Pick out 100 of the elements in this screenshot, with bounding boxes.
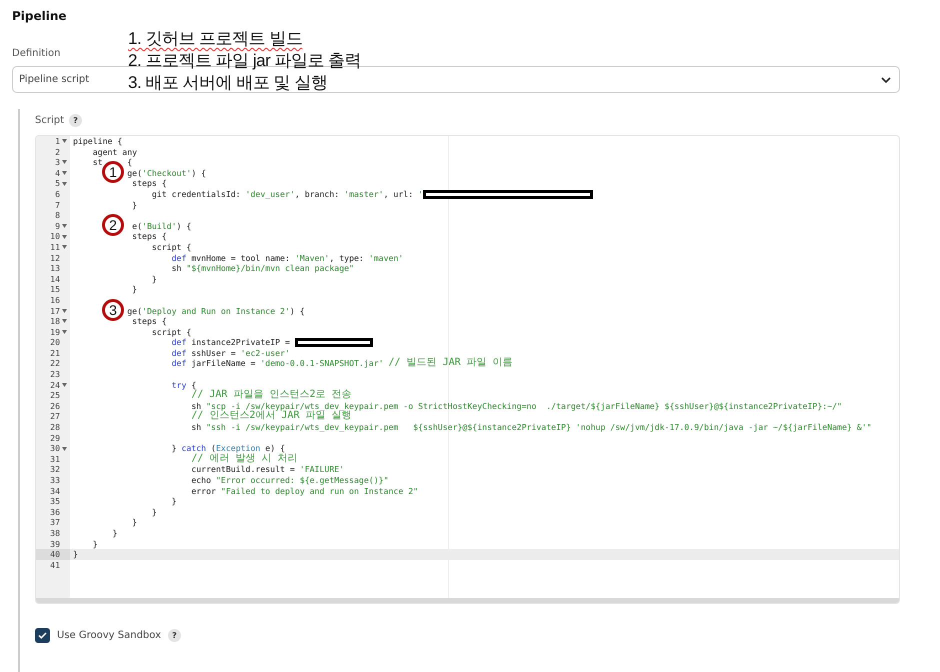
code-text: ge( xyxy=(127,306,142,316)
fold-arrow-icon[interactable] xyxy=(62,182,66,186)
line-number: 23 xyxy=(50,369,60,380)
line-number: 11 xyxy=(50,242,60,253)
fold-arrow-icon[interactable] xyxy=(62,330,66,334)
line-number: 40 xyxy=(50,549,60,560)
code-text: echo xyxy=(191,475,212,486)
code-text: def xyxy=(172,337,186,348)
annotation-text: 3. 배포 서버에 배포 및 실행 xyxy=(128,72,328,94)
code-text: agent any xyxy=(92,146,138,158)
code-text: jarFileName = xyxy=(191,358,256,370)
code-text: def xyxy=(172,348,186,358)
line-number: 41 xyxy=(50,560,60,570)
code-text: // JAR 파일을 인스턴스2로 전송 xyxy=(191,390,352,401)
code-text: 'Checkout' xyxy=(142,168,192,178)
code-text: "Error occurred: ${e.getMessage()}" xyxy=(216,475,388,486)
code-text: } xyxy=(112,528,118,539)
line-number: 35 xyxy=(50,496,60,507)
numbered-circle-marker: 1 xyxy=(102,161,124,183)
line-number: 28 xyxy=(50,422,60,433)
fold-arrow-icon[interactable] xyxy=(62,245,66,250)
checkbox[interactable] xyxy=(35,628,50,644)
line-number: 5 xyxy=(55,178,60,189)
code-text: ) { xyxy=(191,168,206,178)
line-number: 37 xyxy=(50,517,60,528)
fold-arrow-icon[interactable] xyxy=(62,234,66,239)
code-editor[interactable] xyxy=(35,135,900,604)
line-number: 38 xyxy=(50,528,60,539)
code-text: script { xyxy=(152,242,192,253)
line-number: 21 xyxy=(50,348,60,358)
line-number: 29 xyxy=(50,432,60,444)
code-text: e) { xyxy=(265,443,286,454)
line-number: 26 xyxy=(50,400,60,412)
line-number: 20 xyxy=(50,337,60,348)
code-text: sh xyxy=(191,400,202,411)
code-text: } xyxy=(132,200,138,210)
fold-arrow-icon[interactable] xyxy=(62,160,66,164)
code-text: } xyxy=(152,506,157,518)
fold-arrow-icon[interactable] xyxy=(62,139,66,144)
code-text: ) { xyxy=(176,220,192,232)
code-text: instance2PrivateIP = xyxy=(191,337,291,348)
line-number: 7 xyxy=(55,200,60,210)
chevron-down-icon xyxy=(881,76,891,82)
fold-arrow-icon[interactable] xyxy=(62,319,66,324)
line-number: 30 xyxy=(50,443,60,454)
line-number: 18 xyxy=(50,316,60,327)
code-text: ' xyxy=(418,188,424,200)
editor-gutter xyxy=(36,570,70,598)
help-button[interactable]: ? xyxy=(168,629,181,642)
code-text: try xyxy=(172,380,186,390)
code-text: } xyxy=(132,284,138,295)
annotation-text: 1. 깃허브 프로젝트 빌드 xyxy=(128,28,304,50)
line-number: 22 xyxy=(50,358,60,370)
code-text: // 에러 발생 시 처리 xyxy=(191,454,298,464)
code-text: "${mvnHome}/bin/mvn clean package" xyxy=(186,263,354,274)
code-text: mvnHome = tool name: xyxy=(191,252,291,264)
fold-arrow-icon[interactable] xyxy=(62,224,66,228)
code-text: "scp -i /sw/keypair/wts_dev_keypair.pem -o StrictHostKeyChecking=no ./target/${jarFileName} ${sshUser}@${instance2PrivateIP}:~/" xyxy=(206,400,842,411)
fold-arrow-icon[interactable] xyxy=(62,308,66,313)
line-number: 9 xyxy=(55,220,60,232)
numbered-circle-marker: 2 xyxy=(102,214,124,236)
code-text: git credentialsId: xyxy=(152,188,242,200)
code-text: } xyxy=(172,443,178,454)
code-text: ) { xyxy=(290,306,305,316)
line-number: 6 xyxy=(55,188,60,200)
code-text: 'maven' xyxy=(368,252,404,264)
code-text: ( xyxy=(211,443,216,454)
help-button[interactable]: ? xyxy=(69,114,82,127)
line-number: 1 xyxy=(55,136,60,147)
code-text: 'FAILURE' xyxy=(300,464,344,475)
code-text: { xyxy=(127,157,132,168)
code-text: // 인스턴스2에서 JAR 파일 실행 xyxy=(191,411,352,422)
fold-arrow-icon[interactable] xyxy=(62,171,66,176)
fold-arrow-icon[interactable] xyxy=(62,446,66,451)
code-text: sshUser = xyxy=(191,348,237,358)
code-text: } xyxy=(132,517,138,528)
code-text: currentBuild.result = xyxy=(191,464,296,475)
line-number: 34 xyxy=(50,486,60,496)
code-text: } xyxy=(73,549,78,560)
field-label: Script xyxy=(35,115,64,126)
line-number: 2 xyxy=(55,146,60,158)
checkmark-icon xyxy=(38,632,47,640)
code-text: def xyxy=(172,252,186,264)
line-number: 31 xyxy=(50,454,60,464)
code-text: steps { xyxy=(132,231,167,242)
code-text: e( xyxy=(132,220,142,232)
code-text: sh xyxy=(172,263,182,274)
line-number: 14 xyxy=(50,274,60,284)
fold-arrow-icon[interactable] xyxy=(62,382,66,387)
code-text: , branch: xyxy=(294,188,340,200)
code-text: // 빌드된 JAR 파일 이름 xyxy=(388,358,513,370)
line-number: 33 xyxy=(50,475,60,486)
code-text: 'Deploy and Run on Instance 2' xyxy=(142,306,290,316)
line-number: 16 xyxy=(50,294,60,306)
line-number: 39 xyxy=(50,538,60,550)
code-text: "Failed to deploy and run on Instance 2" xyxy=(220,486,418,496)
code-text: 'dev_user' xyxy=(246,188,295,200)
code-text: } xyxy=(92,538,98,550)
line-number: 15 xyxy=(50,284,60,295)
line-number: 19 xyxy=(50,326,60,338)
